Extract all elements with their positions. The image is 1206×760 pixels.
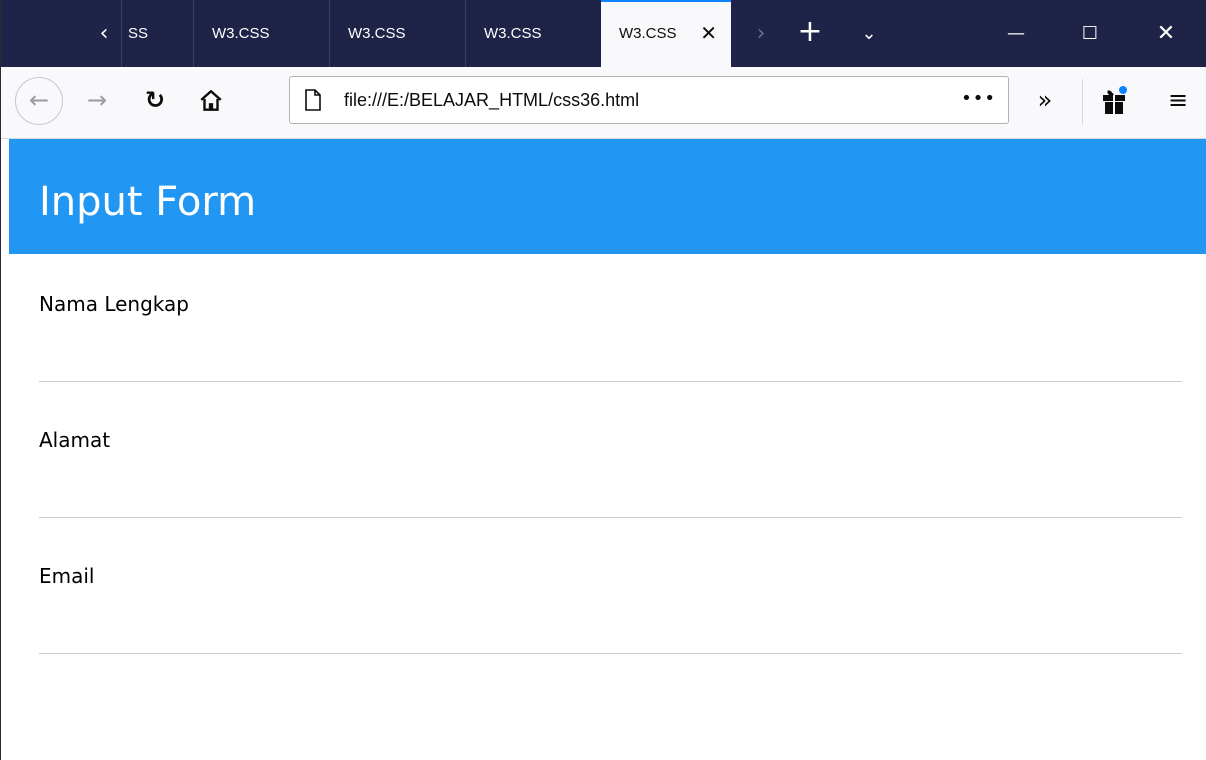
hamburger-menu-icon[interactable]: ≡ [1163,85,1193,117]
gift-icon[interactable] [1099,83,1129,117]
email-label: Email [39,564,95,588]
tab-3[interactable]: W3.CSS [329,0,465,67]
page-title: Input Form [39,179,257,225]
tab-title: W3.CSS [619,25,677,42]
email-input[interactable] [39,606,1182,654]
alamat-label: Alamat [39,428,111,452]
page-content: Input Form Nama Lengkap Alamat Email [1,139,1206,760]
reload-icon[interactable]: ↻ [139,85,171,117]
minimize-icon[interactable]: — [981,0,1051,67]
page-header: Input Form [9,139,1206,254]
tab-2[interactable]: W3.CSS [193,0,329,67]
tab-title: W3.CSS [212,25,270,42]
new-tab-icon[interactable]: + [792,0,828,67]
tab-scroll-right-icon[interactable]: › [749,0,773,67]
window-close-icon[interactable]: ✕ [1131,0,1201,67]
navigation-bar: ← → ↻ file:///E:/BELAJAR_HTML/css36.html… [1,67,1206,139]
tab-title: W3.CSS [484,25,542,42]
tab-title: W3.CSS [348,25,406,42]
maximize-icon[interactable]: ☐ [1055,0,1125,67]
toolbar-divider [1082,79,1083,125]
tab-bar: ‹ SS W3.CSS W3.CSS W3.CSS W3.CSS ✕ › + ⌄… [1,0,1206,67]
tab-scroll-left-icon[interactable]: ‹ [84,0,124,67]
page-icon[interactable] [304,89,324,111]
close-icon[interactable]: ✕ [700,0,717,67]
home-icon[interactable] [195,85,227,117]
tab-active[interactable]: W3.CSS ✕ [601,0,731,67]
nama-lengkap-label: Nama Lengkap [39,292,189,316]
url-text[interactable]: file:///E:/BELAJAR_HTML/css36.html [344,77,639,123]
alamat-input[interactable] [39,470,1182,518]
tab-4[interactable]: W3.CSS [465,0,601,67]
nama-lengkap-input[interactable] [39,334,1182,382]
tab-1[interactable]: SS [121,0,193,67]
back-arrow-icon[interactable]: ← [15,77,63,125]
url-bar[interactable]: file:///E:/BELAJAR_HTML/css36.html ••• [289,76,1009,124]
tab-title: SS [128,25,149,42]
chevron-down-icon[interactable]: ⌄ [851,0,887,67]
forward-arrow-icon[interactable]: → [81,85,113,117]
browser-window: ‹ SS W3.CSS W3.CSS W3.CSS W3.CSS ✕ › + ⌄… [0,0,1206,760]
double-chevron-right-icon[interactable]: » [1027,85,1063,117]
more-icon[interactable]: ••• [961,77,996,121]
